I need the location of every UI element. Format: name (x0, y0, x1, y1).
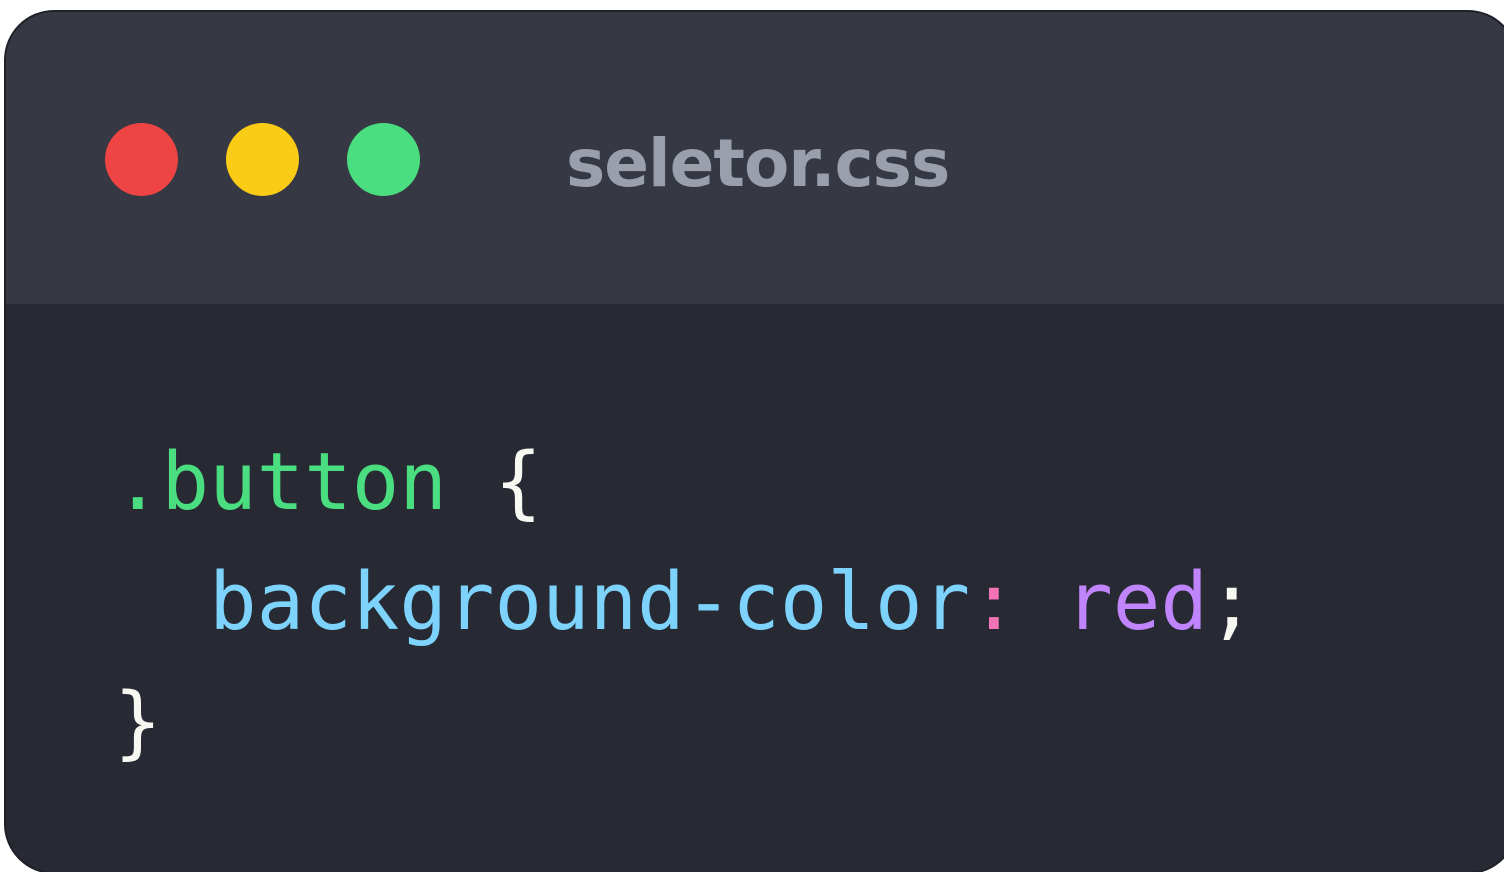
code-window: seletor.css .button { background-color: … (6, 12, 1504, 872)
maximize-button[interactable] (347, 123, 420, 196)
colon-token: : (970, 556, 1018, 648)
file-name: seletor.css (566, 125, 950, 202)
semicolon-token: ; (1207, 556, 1256, 648)
close-button[interactable] (105, 123, 178, 196)
minimize-button[interactable] (226, 123, 299, 196)
code-line: background-color: red; (114, 542, 1256, 662)
selector-token: .button (114, 436, 447, 528)
property-token: background-color (209, 556, 971, 648)
value-token: red (1065, 556, 1208, 648)
brace-close-token: } (114, 676, 162, 768)
code-line: } (114, 662, 1256, 782)
code-line: .button { (114, 422, 1256, 542)
indent-token (114, 556, 209, 648)
code-block: .button { background-color: red;} (114, 422, 1256, 782)
brace-open-token: { (494, 436, 543, 528)
title-bar: seletor.css (6, 12, 1504, 304)
